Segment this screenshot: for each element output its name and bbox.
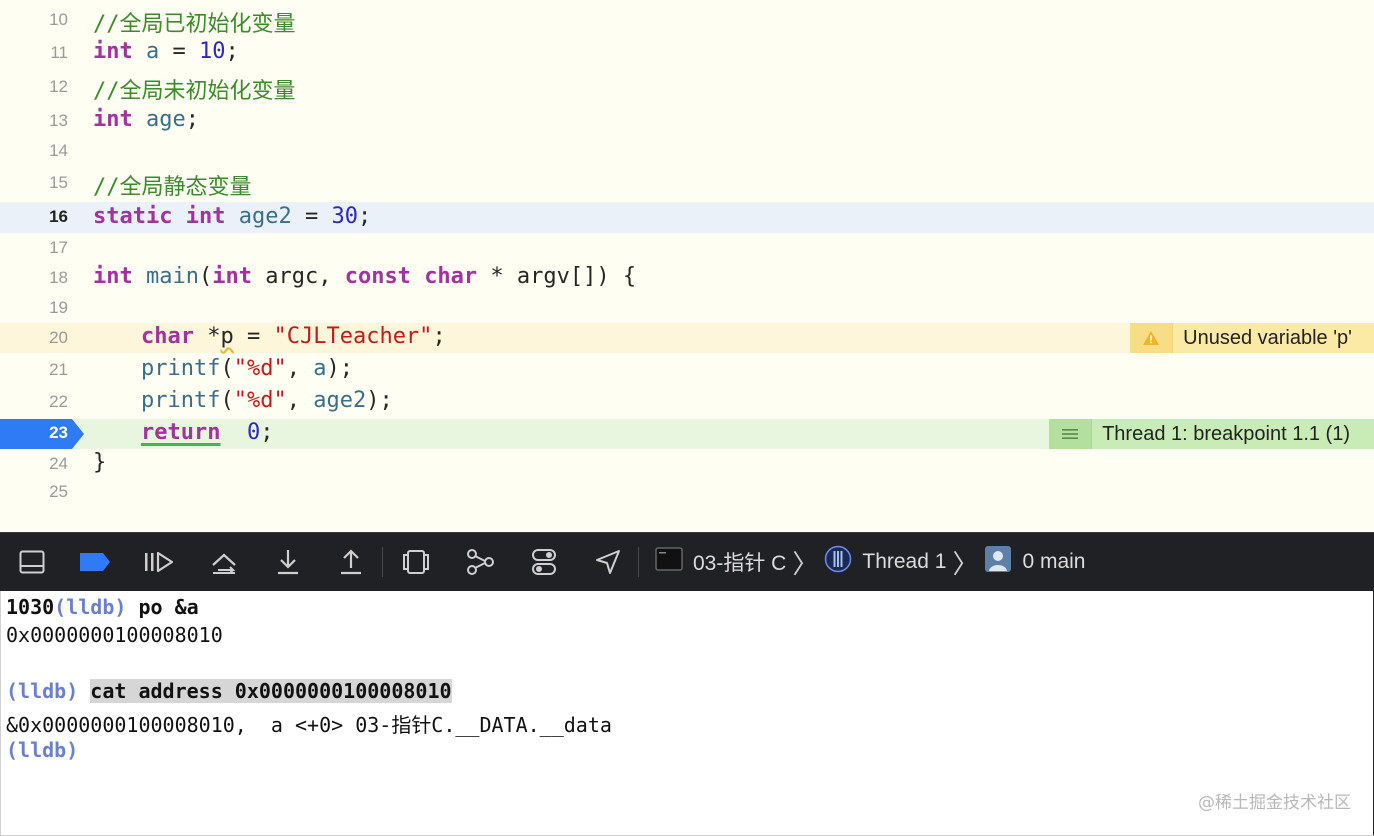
breadcrumb-target[interactable]: 03-指针 C: [693, 547, 786, 577]
debug-memory-graph-button[interactable]: [448, 533, 512, 591]
step-over-button[interactable]: [192, 533, 256, 591]
chevron-right-icon: 〉: [792, 549, 819, 580]
line-number: 11: [50, 43, 68, 62]
breakpoint-annotation[interactable]: Thread 1: breakpoint 1.1 (1): [1049, 419, 1374, 449]
code-text: printf("%d", age2);: [141, 388, 393, 413]
code-line[interactable]: 12 //全局未初始化变量: [0, 72, 1374, 104]
step-out-button[interactable]: [319, 533, 383, 591]
step-into-button[interactable]: [256, 533, 320, 591]
continue-button[interactable]: [127, 533, 191, 591]
code-comment: //全局已初始化变量: [93, 12, 296, 37]
lldb-prompt: (lldb): [6, 679, 79, 703]
code-editor[interactable]: 10 //全局已初始化变量 11 int a = 10; 12 //全局未初始化…: [0, 0, 1374, 532]
code-text: static int age2 = 30;: [93, 204, 372, 229]
code-line[interactable]: 17: [0, 233, 1374, 263]
code-text: char *p = "CJLTeacher";: [141, 324, 446, 349]
breadcrumb: 03-指针 C 〉 Thread 1 〉 0 main: [655, 533, 1085, 591]
debug-toolbar: 03-指针 C 〉 Thread 1 〉 0 main: [0, 532, 1374, 591]
console-line[interactable]: (lldb): [6, 738, 78, 762]
breakpoint-list-icon[interactable]: [1049, 419, 1093, 449]
continue-icon: [145, 551, 174, 573]
debug-view-hierarchy-button[interactable]: [384, 533, 448, 591]
chevron-right-icon: 〉: [952, 549, 979, 580]
code-line[interactable]: 14: [0, 136, 1374, 166]
code-line-current[interactable]: 16 static int age2 = 30;: [0, 202, 1374, 233]
line-number: 12: [49, 77, 68, 96]
step-over-icon: [212, 553, 236, 574]
code-line[interactable]: 19: [0, 293, 1374, 323]
line-number: 25: [49, 482, 68, 501]
code-text: printf("%d", a);: [141, 356, 353, 381]
toggle-switches-icon: [532, 549, 556, 575]
toggle-breakpoints-button[interactable]: [63, 533, 127, 591]
step-into-icon: [278, 550, 298, 575]
code-line[interactable]: 22 printf("%d", age2);: [0, 387, 1374, 417]
line-number: 18: [49, 268, 68, 287]
line-number: 10: [49, 10, 68, 29]
breakpoint-tag-icon: [80, 553, 110, 571]
hide-debug-area-button[interactable]: [0, 533, 64, 591]
code-text: int age;: [93, 107, 199, 132]
selected-command: cat address 0x0000000100008010: [90, 679, 452, 703]
line-number: 20: [49, 328, 68, 347]
line-number: 15: [49, 173, 68, 192]
code-comment: //全局静态变量: [93, 175, 252, 200]
line-number: 24: [49, 454, 68, 473]
breadcrumb-thread[interactable]: Thread 1: [862, 550, 946, 574]
console-line: (lldb) cat address 0x0000000100008010: [6, 679, 452, 703]
code-line[interactable]: 13 int age;: [0, 106, 1374, 136]
code-comment: //全局未初始化变量: [93, 79, 296, 104]
code-line[interactable]: 25: [0, 477, 1374, 507]
memory-graph-icon: [467, 549, 494, 575]
toolbar-divider: [382, 547, 383, 577]
watermark: @稀土掘金技术社区: [1198, 793, 1351, 813]
terminal-app-icon: [655, 547, 683, 577]
line-number: 19: [49, 298, 68, 317]
line-number: 17: [49, 238, 68, 257]
breakpoint-marker[interactable]: 23: [0, 419, 84, 449]
warning-text: Unused variable 'p': [1183, 326, 1352, 349]
warning-triangle-icon: [1130, 323, 1174, 353]
lldb-prompt: (lldb): [6, 738, 79, 762]
line-number: 22: [49, 392, 68, 411]
thread-icon: [824, 545, 852, 579]
console-output: &0x0000000100008010, a <+0> 03-指针C.__DAT…: [6, 713, 612, 737]
location-arrow-icon: [596, 550, 620, 574]
toolbar-divider: [638, 547, 639, 577]
lldb-console[interactable]: 1030(lldb) po &a 0x0000000100008010 (lld…: [0, 591, 1374, 836]
line-number: 16: [49, 207, 68, 226]
breakpoint-text: Thread 1: breakpoint 1.1 (1): [1102, 422, 1350, 445]
code-text: int a = 10;: [93, 39, 239, 64]
console-line: 1030(lldb) po &a: [6, 595, 199, 619]
step-out-icon: [341, 549, 361, 575]
code-text: int main(int argc, const char * argv[]) …: [93, 264, 637, 289]
panel-bottom-icon: [19, 550, 45, 574]
code-line[interactable]: 10 //全局已初始化变量: [0, 5, 1374, 37]
code-text: return 0;: [141, 420, 274, 445]
line-number: 14: [49, 141, 68, 160]
code-line[interactable]: 11 int a = 10;: [0, 38, 1374, 68]
console-output: 0x0000000100008010: [6, 623, 223, 647]
user-frame-icon: [984, 545, 1012, 579]
code-line[interactable]: 18 int main(int argc, const char * argv[…: [0, 263, 1374, 293]
code-text: }: [93, 450, 107, 475]
simulate-location-button[interactable]: [576, 533, 640, 591]
warning-annotation[interactable]: Unused variable 'p': [1130, 323, 1374, 353]
breadcrumb-frame[interactable]: 0 main: [1022, 550, 1085, 574]
code-line[interactable]: 24 }: [0, 449, 1374, 479]
lldb-prompt: (lldb): [54, 595, 127, 619]
line-number: 21: [49, 360, 68, 379]
line-number: 13: [49, 111, 68, 130]
view-hierarchy-icon: [403, 550, 429, 574]
code-line[interactable]: 15 //全局静态变量: [0, 168, 1374, 200]
line-number: 23: [49, 423, 68, 442]
code-line[interactable]: 21 printf("%d", a);: [0, 355, 1374, 385]
environment-overrides-button[interactable]: [512, 533, 576, 591]
